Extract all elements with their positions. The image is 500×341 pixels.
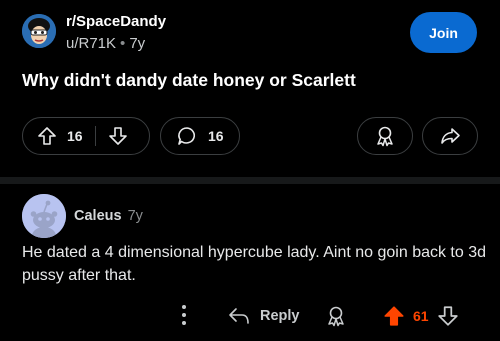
award-ribbon-icon <box>374 125 396 147</box>
join-button[interactable]: Join <box>410 12 477 53</box>
post-card: r/SpaceDandy u/R71K • 7y Join Why didn't d… <box>0 0 500 177</box>
subreddit-avatar[interactable] <box>22 14 56 48</box>
vote-separator <box>94 126 96 146</box>
award-button[interactable] <box>357 117 413 155</box>
award-ribbon-icon <box>325 305 347 327</box>
upvote-arrow-icon[interactable] <box>37 126 57 146</box>
post-meta: u/R71K • 7y <box>66 35 145 52</box>
meta-separator: • <box>120 35 126 52</box>
reply-label: Reply <box>260 308 300 324</box>
comments-button[interactable]: 16 <box>160 117 240 155</box>
reply-button[interactable]: Reply <box>228 304 300 328</box>
commenter-avatar[interactable] <box>22 194 66 238</box>
downvote-arrow-icon[interactable] <box>108 126 128 146</box>
speech-bubble-icon <box>176 125 198 147</box>
post-title[interactable]: Why didn't dandy date honey or Scarlett <box>22 70 356 91</box>
post-vote-count: 16 <box>67 128 83 144</box>
post-author[interactable]: u/R71K <box>66 35 116 52</box>
comment-author[interactable]: Caleus <box>74 208 122 224</box>
comment-vote-bar: 61 <box>383 304 459 328</box>
comment-vote-count: 61 <box>413 308 429 324</box>
comment-author-line: Caleus 7y <box>74 208 143 224</box>
comment-count: 16 <box>208 128 224 144</box>
section-divider <box>0 177 500 184</box>
upvote-arrow-icon[interactable] <box>383 305 405 327</box>
share-button[interactable] <box>422 117 478 155</box>
downvote-arrow-icon[interactable] <box>437 305 459 327</box>
vertical-dots-icon <box>181 304 187 326</box>
reply-arrow-icon <box>228 306 250 326</box>
subreddit-name[interactable]: r/SpaceDandy <box>66 13 166 30</box>
post-vote-bar: 16 <box>22 117 150 155</box>
comment-card: Caleus 7y He dated a 4 dimensional hyperc… <box>0 184 500 341</box>
comment-age: 7y <box>127 208 143 224</box>
post-age: 7y <box>129 35 146 52</box>
more-options-button[interactable] <box>176 302 192 328</box>
comment-body: He dated a 4 dimensional hypercube lady.… <box>22 244 487 284</box>
share-arrow-icon <box>439 125 461 147</box>
comment-award-button[interactable] <box>325 304 347 328</box>
